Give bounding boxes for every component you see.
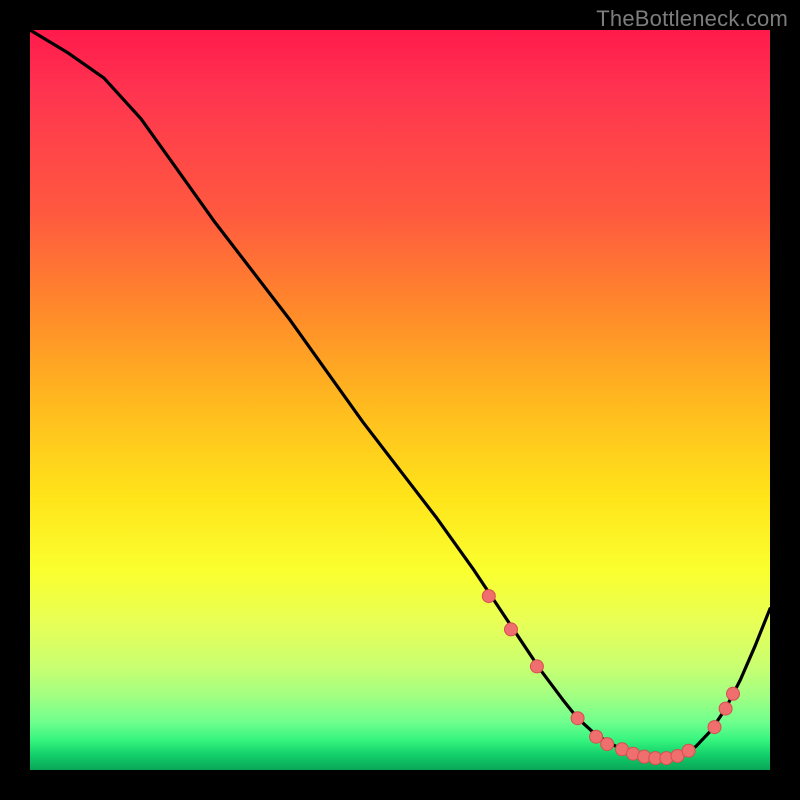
chart-frame: TheBottleneck.com	[0, 0, 800, 800]
curve-marker	[482, 590, 495, 603]
bottleneck-curve	[30, 30, 770, 758]
curve-marker	[590, 730, 603, 743]
watermark-text: TheBottleneck.com	[596, 6, 788, 32]
curve-marker	[530, 660, 543, 673]
curve-marker	[571, 712, 584, 725]
curve-marker	[601, 738, 614, 751]
curve-marker	[719, 702, 732, 715]
curve-marker	[708, 721, 721, 734]
curve-markers	[482, 590, 739, 765]
curve-marker	[505, 623, 518, 636]
plot-area	[30, 30, 770, 770]
curve-svg	[30, 30, 770, 770]
curve-marker	[727, 687, 740, 700]
curve-marker	[682, 744, 695, 757]
